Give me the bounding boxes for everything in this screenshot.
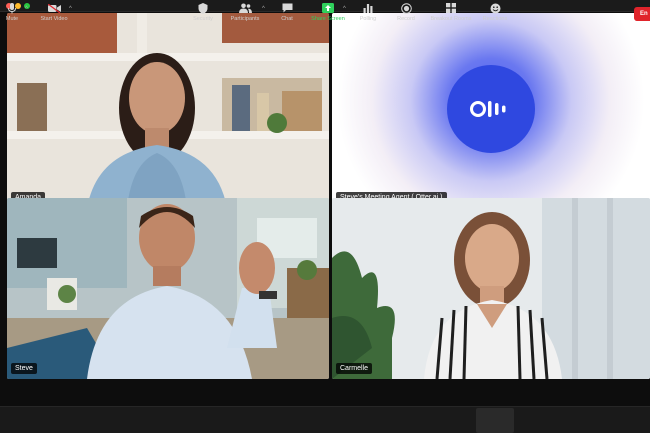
microphone-icon xyxy=(5,2,19,14)
participant-name-tag: Steve xyxy=(11,363,37,374)
video-tile-otter-agent[interactable]: Steve's Meeting Agent ( Otter.ai ) xyxy=(332,13,650,208)
security-button[interactable]: Security xyxy=(192,2,214,26)
breakout-rooms-button[interactable]: Breakout Rooms xyxy=(430,2,472,26)
participants-options-caret[interactable]: ^ xyxy=(262,6,265,12)
record-icon xyxy=(399,2,413,14)
share-screen-button[interactable]: Share Screen xyxy=(310,2,346,26)
end-meeting-button[interactable]: En xyxy=(634,7,650,21)
polling-button[interactable]: Polling xyxy=(358,2,378,26)
shield-icon xyxy=(196,2,210,14)
people-icon xyxy=(238,2,252,14)
reactions-highlight xyxy=(476,408,514,433)
participant-name-tag: Carmelle xyxy=(336,363,373,374)
video-tile-carmelle[interactable]: Carmelle xyxy=(332,198,650,379)
meeting-controls-toolbar xyxy=(0,406,650,433)
video-options-caret[interactable]: ^ xyxy=(69,6,72,12)
chat-bubble-icon xyxy=(280,2,294,14)
participant-video xyxy=(7,198,329,379)
reactions-button[interactable]: Reactions xyxy=(480,2,510,26)
grid-icon xyxy=(444,2,458,14)
chat-button[interactable]: Chat xyxy=(279,2,295,26)
participant-video xyxy=(7,13,329,208)
video-camera-icon xyxy=(47,2,61,14)
video-tile-amanda[interactable]: Amanda xyxy=(7,13,329,208)
share-options-caret[interactable]: ^ xyxy=(343,6,346,12)
mute-button[interactable]: Mute xyxy=(3,2,21,26)
video-tile-steve[interactable]: Steve xyxy=(7,198,329,379)
otter-logo-icon xyxy=(447,65,535,153)
start-video-button[interactable]: Start Video xyxy=(38,2,70,26)
smiley-icon xyxy=(488,2,502,14)
bar-chart-icon xyxy=(361,2,375,14)
mute-options-caret[interactable]: ^ xyxy=(25,6,28,12)
share-screen-icon xyxy=(321,2,335,14)
participant-video xyxy=(332,198,650,379)
participants-button[interactable]: Participants xyxy=(229,2,261,26)
record-button[interactable]: Record xyxy=(396,2,416,26)
